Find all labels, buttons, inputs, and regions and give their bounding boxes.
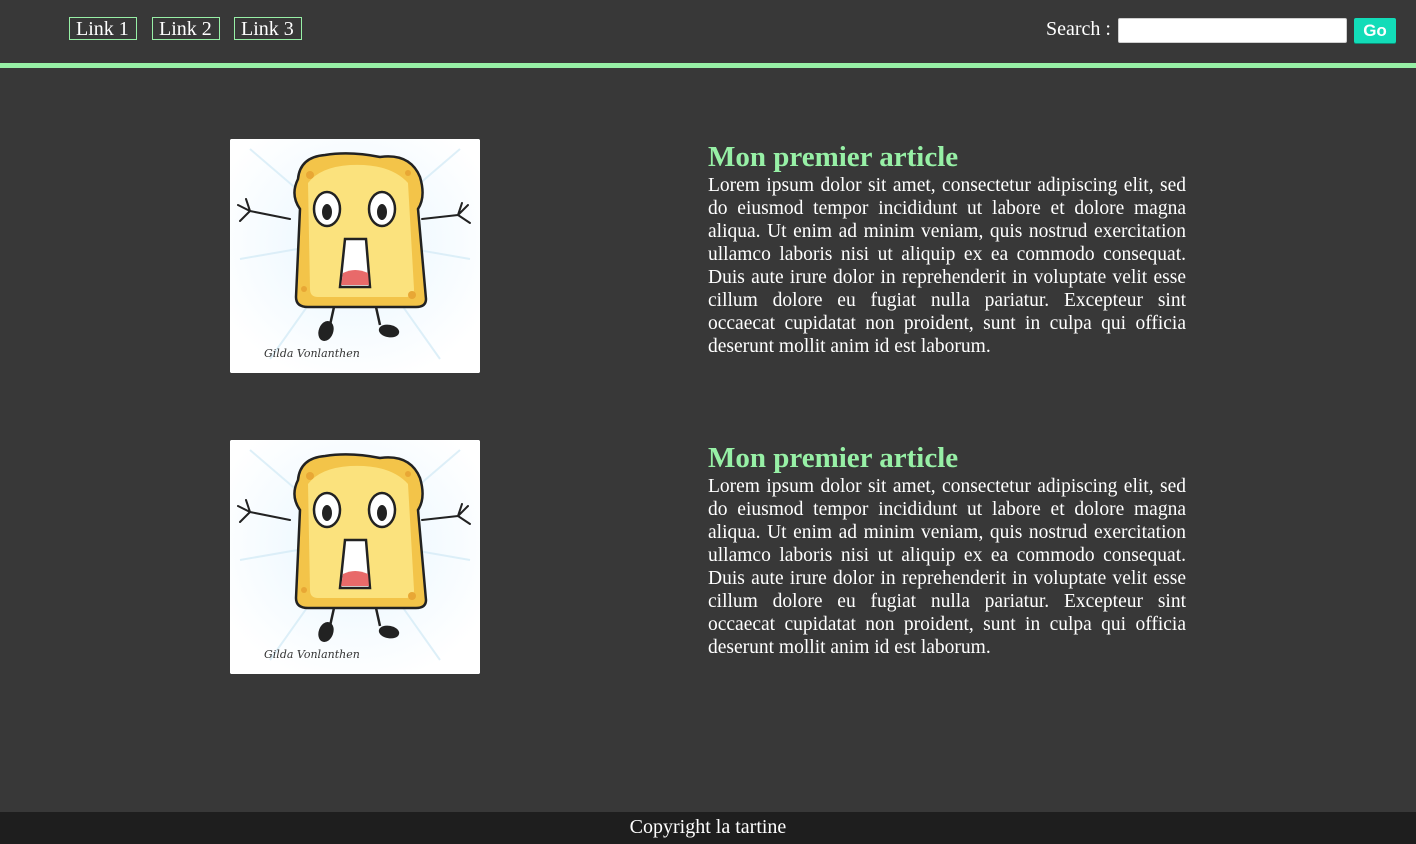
- copyright-text: Copyright la tartine: [629, 816, 787, 838]
- article-body: Lorem ipsum dolor sit amet, consectetur …: [708, 476, 1186, 658]
- article-body: Lorem ipsum dolor sit amet, consectetur …: [708, 175, 1186, 357]
- toast-illustration: Gilda Vonlanthen: [230, 139, 480, 373]
- nav-link-3[interactable]: Link 3: [234, 17, 302, 40]
- article-card: Gilda Vonlanthen Mon premier article Lor…: [0, 139, 1416, 379]
- article-content: Mon premier article Lorem ipsum dolor si…: [708, 440, 1186, 659]
- article-image: Gilda Vonlanthen: [230, 139, 480, 373]
- footer: Copyright la tartine: [0, 812, 1416, 844]
- nav-link-2[interactable]: Link 2: [152, 17, 220, 40]
- toast-illustration: Gilda Vonlanthen: [230, 440, 480, 674]
- header-divider: [0, 63, 1416, 68]
- illustration-signature: Gilda Vonlanthen: [264, 347, 360, 360]
- article-image: Gilda Vonlanthen: [230, 440, 480, 674]
- search-label: Search :: [1046, 18, 1111, 40]
- article-title: Mon premier article: [708, 442, 959, 474]
- article-content: Mon premier article Lorem ipsum dolor si…: [708, 139, 1186, 358]
- nav-link-1[interactable]: Link 1: [69, 17, 137, 40]
- illustration-signature: Gilda Vonlanthen: [264, 648, 360, 661]
- go-button[interactable]: Go: [1354, 18, 1396, 43]
- article-title: Mon premier article: [708, 141, 959, 173]
- article-card: Gilda Vonlanthen Mon premier article Lor…: [0, 440, 1416, 680]
- header: Link 1 Link 2 Link 3 Search : Go: [0, 0, 1416, 62]
- search-input[interactable]: [1118, 18, 1347, 43]
